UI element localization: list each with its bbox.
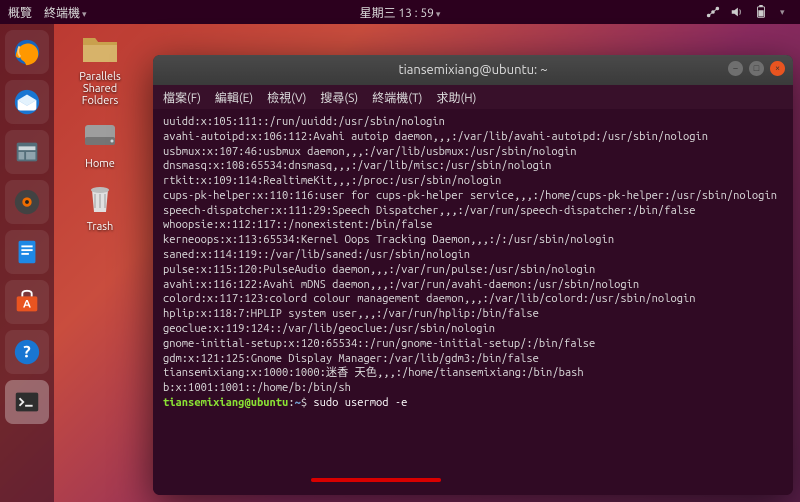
- menu-search[interactable]: 搜尋(S): [320, 89, 358, 106]
- launcher-writer[interactable]: [5, 230, 49, 274]
- svg-text:?: ?: [23, 343, 30, 362]
- desktop-icon-label: Home: [60, 158, 140, 170]
- software-icon: A: [12, 287, 42, 317]
- desktop-area: Parallels Shared Folders Home Trash: [60, 30, 140, 233]
- window-close-button[interactable]: ×: [770, 61, 785, 76]
- window-minimize-button[interactable]: –: [728, 61, 743, 76]
- music-icon: [12, 187, 42, 217]
- launcher-help[interactable]: ?: [5, 330, 49, 374]
- launcher-thunderbird[interactable]: [5, 80, 49, 124]
- menu-view[interactable]: 檢視(V): [267, 89, 306, 106]
- launcher-dock: A ?: [0, 24, 54, 502]
- terminal-icon: [12, 387, 42, 417]
- launcher-rhythmbox[interactable]: [5, 180, 49, 224]
- launcher-terminal[interactable]: [5, 380, 49, 424]
- menu-file[interactable]: 檔案(F): [163, 89, 201, 106]
- top-panel: 概覽 終端機▾ 星期三 13 : 59▾ ▾: [0, 0, 800, 24]
- window-title: tiansemixiang@ubuntu: ~: [398, 63, 547, 77]
- document-icon: [12, 237, 42, 267]
- menu-edit[interactable]: 編輯(E): [215, 89, 253, 106]
- terminal-window: tiansemixiang@ubuntu: ~ – □ × 檔案(F) 編輯(E…: [153, 55, 793, 495]
- power-icon[interactable]: ▾: [778, 5, 792, 19]
- folder-icon: [80, 30, 120, 66]
- desktop-parallels-folder[interactable]: Parallels Shared Folders: [60, 30, 140, 107]
- firefox-icon: [12, 37, 42, 67]
- terminal-menubar: 檔案(F) 編輯(E) 檢視(V) 搜尋(S) 終端機(T) 求助(H): [153, 85, 793, 109]
- trash-icon: [80, 180, 120, 216]
- battery-icon[interactable]: [754, 5, 768, 19]
- menu-terminal[interactable]: 終端機(T): [372, 89, 422, 106]
- desktop-trash[interactable]: Trash: [60, 180, 140, 233]
- terminal-output[interactable]: uuidd:x:105:111::/run/uuidd:/usr/sbin/no…: [153, 109, 793, 495]
- app-menu[interactable]: 終端機▾: [44, 4, 87, 21]
- activities-button[interactable]: 概覽: [8, 4, 32, 21]
- help-icon: ?: [12, 337, 42, 367]
- files-icon: [12, 137, 42, 167]
- network-icon[interactable]: [706, 5, 720, 19]
- launcher-software[interactable]: A: [5, 280, 49, 324]
- launcher-firefox[interactable]: [5, 30, 49, 74]
- terminal-titlebar[interactable]: tiansemixiang@ubuntu: ~ – □ ×: [153, 55, 793, 85]
- window-maximize-button[interactable]: □: [749, 61, 764, 76]
- volume-icon[interactable]: [730, 5, 744, 19]
- launcher-files[interactable]: [5, 130, 49, 174]
- thunderbird-icon: [12, 87, 42, 117]
- desktop-home[interactable]: Home: [60, 117, 140, 170]
- annotation-underline: [311, 478, 441, 482]
- desktop-icon-label: Trash: [60, 221, 140, 233]
- desktop-icon-label: Parallels Shared Folders: [60, 71, 140, 107]
- drive-icon: [80, 117, 120, 153]
- clock[interactable]: 星期三 13 : 59▾: [0, 4, 800, 21]
- menu-help[interactable]: 求助(H): [436, 89, 476, 106]
- svg-text:A: A: [23, 299, 31, 311]
